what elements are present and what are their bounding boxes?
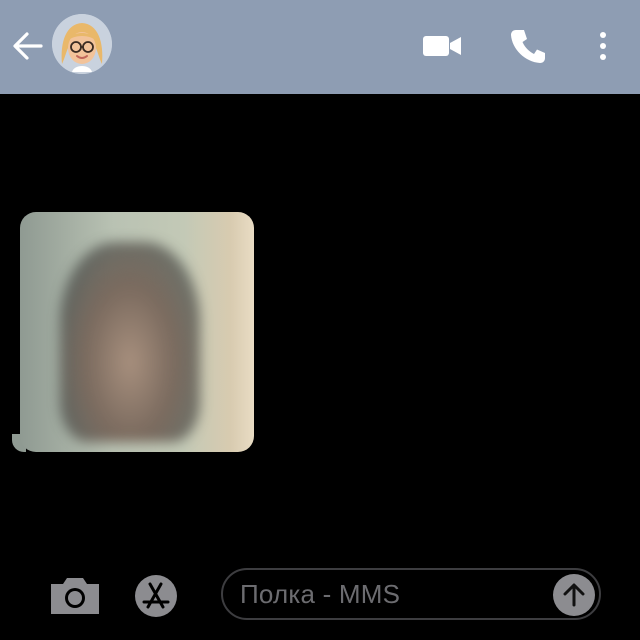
message-input[interactable]: Полка - MMS bbox=[221, 568, 601, 620]
app-store-icon bbox=[142, 582, 170, 609]
video-camera-icon bbox=[423, 36, 461, 56]
video-call-button[interactable] bbox=[420, 28, 466, 64]
back-button[interactable] bbox=[8, 26, 48, 66]
more-vertical-icon bbox=[600, 32, 606, 60]
arrow-up-icon bbox=[563, 583, 585, 607]
send-button[interactable] bbox=[553, 574, 595, 616]
blurred-photo bbox=[60, 242, 200, 442]
memoji-avatar-icon bbox=[52, 14, 112, 74]
message-input-placeholder: Полка - MMS bbox=[240, 578, 401, 609]
image-message-bubble[interactable] bbox=[20, 212, 254, 452]
camera-icon bbox=[51, 578, 99, 614]
app-store-button[interactable] bbox=[135, 575, 177, 617]
arrow-left-icon bbox=[13, 32, 43, 60]
message-thread bbox=[0, 94, 640, 554]
phone-icon bbox=[511, 30, 545, 63]
voice-call-button[interactable] bbox=[506, 24, 550, 68]
composer-bar: Полка - MMS bbox=[0, 554, 640, 640]
contact-avatar[interactable] bbox=[52, 14, 112, 74]
camera-button[interactable] bbox=[49, 576, 101, 616]
chat-header bbox=[0, 0, 640, 94]
more-options-button[interactable] bbox=[588, 26, 618, 66]
